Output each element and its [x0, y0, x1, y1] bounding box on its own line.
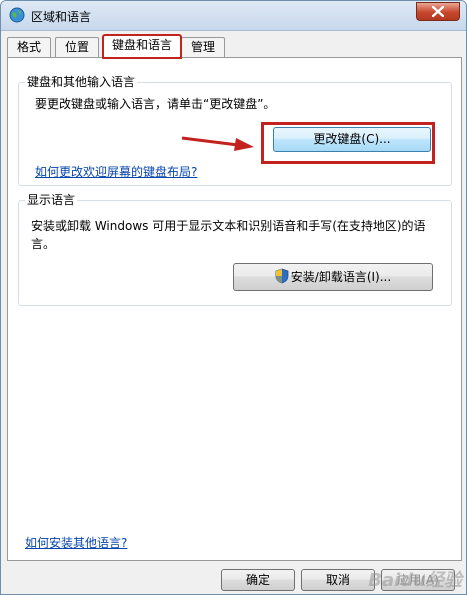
tab-strip: 格式 位置 键盘和语言 管理 [7, 34, 462, 59]
install-other-languages-link[interactable]: 如何安装其他语言? [25, 534, 127, 551]
apply-button[interactable]: 应用(A) [381, 569, 455, 591]
close-icon [432, 6, 444, 17]
red-arrow-icon [181, 136, 254, 151]
keyboard-group-legend: 键盘和其他输入语言 [25, 75, 138, 89]
region-language-dialog: 区域和语言 格式 位置 键盘和语言 管理 键盘和其他输入语言 要更改键盘或输入语… [0, 0, 467, 595]
install-uninstall-languages-button[interactable]: 安装/卸载语言(I)... [233, 263, 433, 291]
display-language-group: 显示语言 安装或卸载 Windows 可用于显示文本和识别语音和手写(在支持地区… [18, 193, 452, 306]
display-language-description: 安装或卸载 Windows 可用于显示文本和识别语音和手写(在支持地区)的语言。 [31, 219, 426, 251]
install-button-label: 安装/卸载语言(I)... [290, 270, 392, 284]
tab-administrative[interactable]: 管理 [181, 37, 225, 57]
window-title: 区域和语言 [31, 10, 92, 24]
globe-icon [9, 7, 25, 23]
display-group-legend: 显示语言 [25, 193, 78, 207]
uac-shield-icon [275, 268, 289, 284]
ok-button[interactable]: 确定 [221, 569, 295, 591]
tab-keyboard-language[interactable]: 键盘和语言 [102, 34, 182, 59]
cancel-button[interactable]: 取消 [301, 569, 375, 591]
close-button[interactable] [416, 2, 460, 21]
title-bar[interactable]: 区域和语言 [1, 1, 466, 31]
keyboard-description: 要更改键盘或输入语言，请单击“更改键盘”。 [35, 97, 276, 111]
tab-location[interactable]: 位置 [55, 37, 99, 57]
change-keyboard-button[interactable]: 更改键盘(C)... [273, 127, 431, 152]
tab-format[interactable]: 格式 [7, 37, 51, 57]
tab-panel: 键盘和其他输入语言 要更改键盘或输入语言，请单击“更改键盘”。 更改键盘(C).… [7, 57, 462, 561]
keyboard-layout-help-link[interactable]: 如何更改欢迎屏幕的键盘布局? [35, 163, 197, 180]
